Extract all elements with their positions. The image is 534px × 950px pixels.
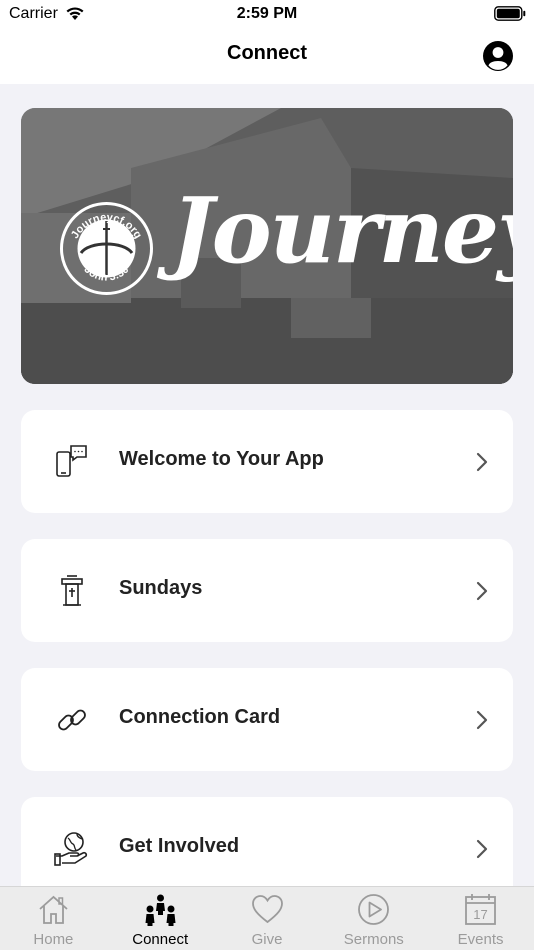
tab-bar: Home Connect Give Sermons 17 Events — [0, 886, 534, 950]
globe-hand-icon — [54, 832, 88, 866]
status-time: 2:59 PM — [236, 5, 298, 22]
navigation-bar: Connect — [0, 28, 534, 84]
play-icon — [358, 894, 390, 925]
tab-home[interactable]: Home — [0, 887, 107, 950]
menu-item-label: Get Involved — [119, 835, 240, 857]
heart-icon — [251, 895, 283, 924]
link-icon — [58, 709, 86, 731]
menu-item-label: Sundays — [119, 577, 203, 599]
profile-icon[interactable] — [482, 40, 514, 72]
tab-events[interactable]: 17 Events — [427, 887, 534, 950]
church-logo: Journeycf.org John 3:30 — [60, 202, 153, 295]
tab-sermons[interactable]: Sermons — [320, 887, 427, 950]
tab-connect[interactable]: Connect — [107, 887, 214, 950]
tab-give[interactable]: Give — [214, 887, 321, 950]
hero-wordmark: Journey — [171, 178, 513, 284]
tab-label: Connect — [132, 931, 189, 948]
status-bar: Carrier 2:59 PM — [0, 0, 534, 28]
home-icon — [39, 895, 68, 924]
menu-item-get-involved[interactable]: Get Involved — [21, 797, 513, 886]
pulpit-icon — [61, 575, 83, 606]
phone-chat-icon — [56, 445, 87, 477]
menu-item-connection-card[interactable]: Connection Card — [21, 668, 513, 771]
hero-banner: Journeycf.org John 3:30 Journey — [21, 108, 513, 384]
menu-item-welcome[interactable]: Welcome to Your App — [21, 410, 513, 513]
menu-item-label: Connection Card — [119, 706, 281, 728]
tab-label: Events — [457, 931, 504, 948]
calendar-date-text: 17 — [473, 907, 487, 922]
calendar-icon: 17 — [465, 894, 497, 925]
tab-label: Home — [33, 931, 74, 948]
chevron-right-icon — [476, 710, 488, 730]
menu-item-label: Welcome to Your App — [119, 448, 324, 470]
battery-icon — [494, 6, 526, 21]
chevron-right-icon — [476, 839, 488, 859]
people-icon — [145, 894, 176, 926]
menu-item-sundays[interactable]: Sundays — [21, 539, 513, 642]
content-scroll-area[interactable]: Journeycf.org John 3:30 Journey Welcome … — [0, 84, 534, 886]
chevron-right-icon — [476, 581, 488, 601]
chevron-right-icon — [476, 452, 488, 472]
page-title: Connect — [227, 42, 307, 64]
tab-label: Give — [251, 931, 283, 948]
tab-label: Sermons — [343, 931, 404, 948]
